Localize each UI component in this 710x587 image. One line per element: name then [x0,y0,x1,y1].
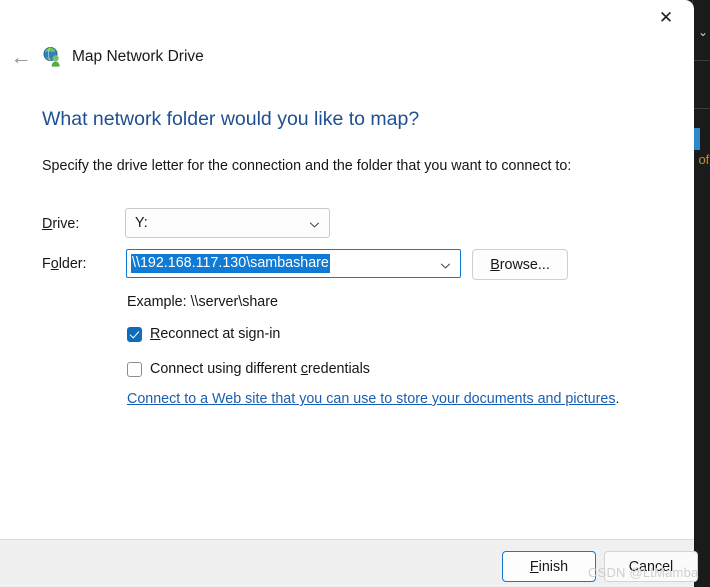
browse-button-label: Browse... [490,256,550,273]
checkbox-reconnect-at-sign-in[interactable]: Reconnect at sign-in [127,326,280,342]
checkbox-connect-using-different-credentials[interactable]: Connect using different credentials [127,361,370,377]
folder-label-accel: o [50,256,59,272]
checkbox-checked-icon[interactable] [127,326,142,342]
browse-button[interactable]: Browse... [472,249,568,280]
close-icon[interactable]: ✕ [643,0,689,34]
connect-to-web-site-link-period: . [615,391,620,407]
connect-to-web-site-link[interactable]: Connect to a Web site that you can use t… [127,391,619,407]
chevron-down-icon [309,218,320,229]
drive-label-accel: D [42,216,53,232]
chevron-down-icon[interactable] [440,258,451,269]
back-arrow-icon[interactable]: ← [6,43,36,71]
drive-letter-value: Y: [135,215,148,231]
connect-to-web-site-link-text: Connect to a Web site that you can use t… [127,391,616,407]
drive-label-rest: rive: [52,216,80,232]
checkbox-credentials-label: Connect using different credentials [150,361,370,377]
dialog-title: Map Network Drive [72,48,204,65]
checkbox-reconnect-label: Reconnect at sign-in [150,326,281,342]
folder-label-pre: F [42,256,51,272]
finish-button-label: Finish [529,558,569,575]
folder-label: Folder: [42,256,87,272]
screen: ⌄ of ✕ ← Map Network Drive What network … [0,0,710,587]
background-chevron-down-icon: ⌄ [697,25,708,39]
drive-letter-combobox[interactable]: Y: [125,208,330,238]
dialog-titlebar: Map Network Drive [41,44,204,70]
background-text-fragment: of [698,152,710,167]
drive-label: Drive: [42,216,79,232]
map-network-drive-dialog: ✕ ← Map Network Drive What network folde… [0,0,694,587]
watermark: CSDN @LtMamba [588,565,699,580]
folder-path-value: \\192.168.117.130\sambashare [131,254,330,273]
finish-button[interactable]: Finish [502,551,596,582]
page-subtext: Specify the drive letter for the connect… [42,158,572,174]
folder-example-text: Example: \\server\share [127,294,278,310]
page-heading: What network folder would you like to ma… [42,108,420,130]
folder-path-combobox[interactable]: \\192.168.117.130\sambashare [126,249,461,278]
checkbox-unchecked-icon[interactable] [127,361,142,377]
network-drive-globe-person-icon [41,46,63,68]
folder-label-rest: lder: [58,256,87,272]
